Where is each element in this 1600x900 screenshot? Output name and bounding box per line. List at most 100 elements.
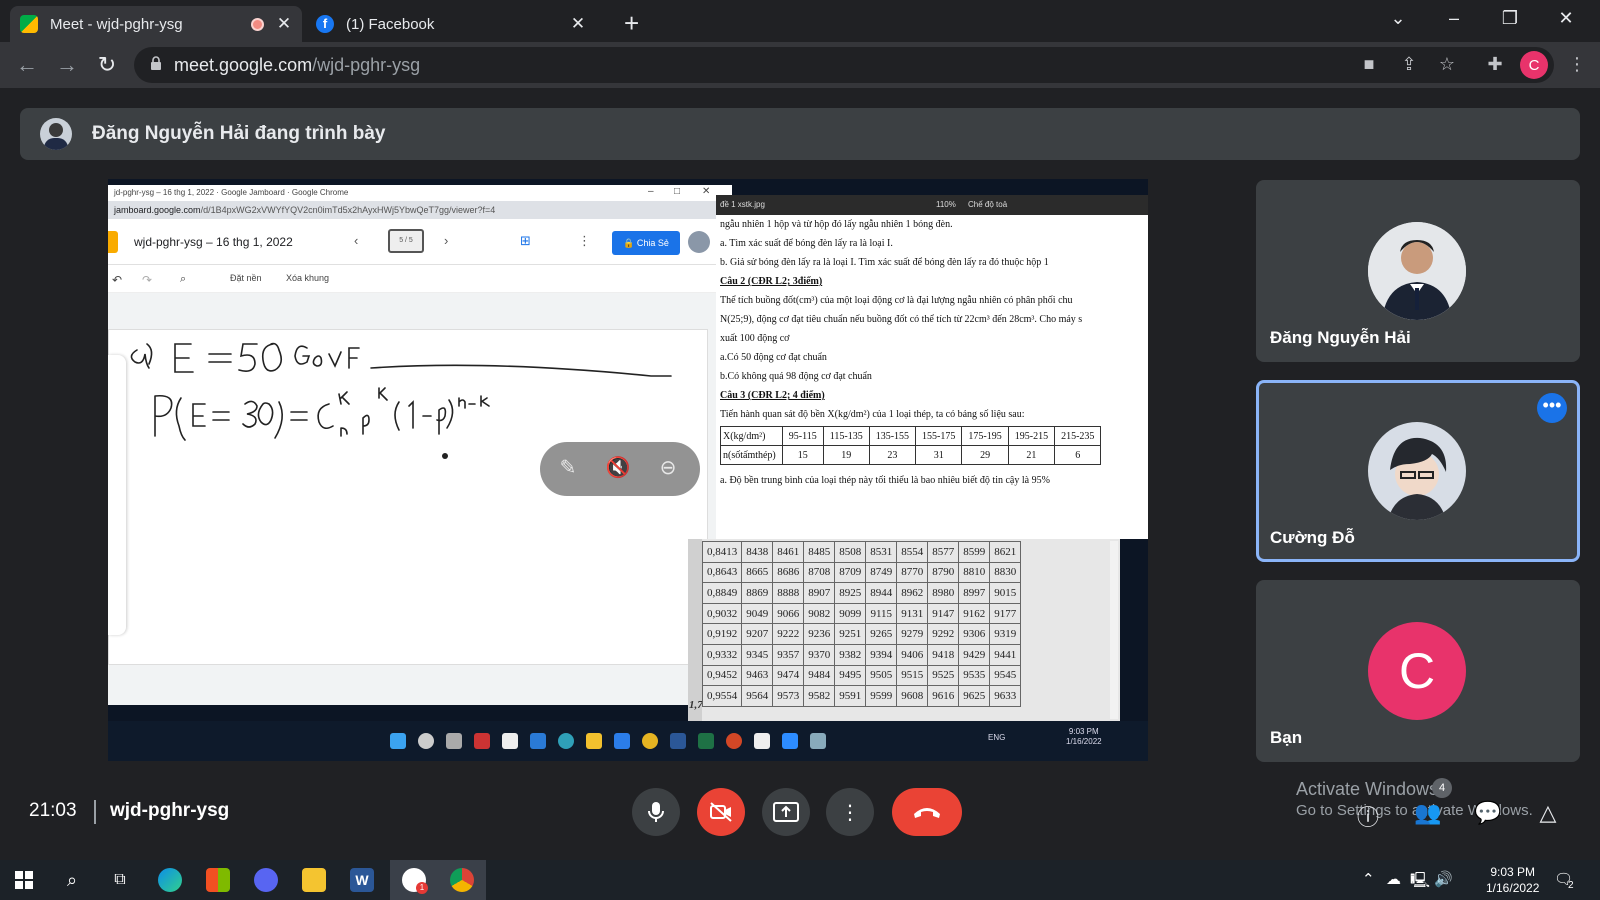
reload-icon[interactable]: ↻ xyxy=(94,52,120,78)
participant-tile[interactable]: Đăng Nguyễn Hải xyxy=(1256,180,1580,362)
bookmark-star-icon[interactable]: ☆ xyxy=(1436,54,1458,76)
table-cell: 9382 xyxy=(834,643,867,666)
new-tab-icon[interactable]: + xyxy=(624,8,639,39)
people-icon[interactable]: 👥 xyxy=(1414,800,1442,828)
tab-search-icon[interactable]: ⌄ xyxy=(1388,8,1408,29)
share-icon[interactable]: ⇪ xyxy=(1398,54,1420,76)
leave-call-button[interactable] xyxy=(892,788,962,836)
taskbar-store[interactable] xyxy=(194,860,242,900)
more-options-button[interactable]: ⋮ xyxy=(826,788,874,836)
onedrive-icon[interactable]: ☁ xyxy=(1386,870,1401,888)
table-cell: 9441 xyxy=(989,643,1022,666)
table-cell: 8790 xyxy=(927,561,960,584)
prev-frame-icon: ‹ xyxy=(354,233,359,248)
profile-avatar[interactable]: C xyxy=(1520,51,1548,79)
jamboard-window: jd-pghr-ysg – 16 thg 1, 2022 · Google Ja… xyxy=(108,185,732,705)
table-cell: 29 xyxy=(961,445,1009,465)
tab-meet[interactable]: Meet - wjd-pghr-ysg ✕ xyxy=(10,6,302,42)
address-bar[interactable]: meet.google.com/wjd-pghr-ysg xyxy=(134,47,1554,83)
taskbar-clock[interactable]: 9:03 PM 1/16/2022 xyxy=(1486,864,1539,896)
start-button[interactable] xyxy=(0,860,48,900)
volume-icon[interactable]: 🔊 xyxy=(1434,870,1453,888)
table-cell: 21 xyxy=(1007,445,1056,465)
table-cell: 9591 xyxy=(834,685,867,707)
table-cell: 9616 xyxy=(927,685,960,707)
table-cell: 9131 xyxy=(896,602,929,625)
table-cell: 19 xyxy=(822,445,870,465)
table-row: 0,9452 9463 9474 9484 9495 9505 9515 9525 9535 95… xyxy=(701,664,1022,687)
task-view-button[interactable]: ⧉ xyxy=(96,860,144,900)
camera-blocked-icon[interactable]: ■ xyxy=(1358,54,1380,76)
participant-tile-selected[interactable]: ••• Cường Đỗ xyxy=(1256,380,1580,562)
excel-icon xyxy=(698,733,714,749)
table-cell: 8554 xyxy=(896,541,929,563)
presenter-avatar xyxy=(40,118,72,150)
table-row: 0,9192 9207 9222 9236 9251 9265 9279 9292 9306 93… xyxy=(701,623,1022,645)
taskbar-explorer[interactable] xyxy=(290,860,338,900)
camera-off-button[interactable] xyxy=(697,788,745,836)
taskbar-word[interactable]: W xyxy=(338,860,386,900)
task-view-icon: ⧉ xyxy=(114,871,126,888)
meeting-time: 21:03 xyxy=(29,800,77,821)
zalo-badge: 1 xyxy=(416,882,428,894)
close-window-icon[interactable]: ✕ xyxy=(1556,8,1576,29)
windows-logo-icon xyxy=(15,871,33,889)
search-button[interactable]: ⌕ xyxy=(48,860,96,900)
close-tab-icon[interactable]: ✕ xyxy=(276,14,292,34)
network-icon[interactable]: 🖳 xyxy=(1410,870,1430,895)
more-options-button[interactable]: ••• xyxy=(1537,393,1567,423)
chrome-menu-icon[interactable]: ⋮ xyxy=(1566,54,1588,76)
table-cell: 8461 xyxy=(772,541,805,563)
app-icon xyxy=(810,733,826,749)
minimize-icon[interactable]: – xyxy=(1444,8,1464,29)
taskbar-zalo[interactable]: 1 xyxy=(390,860,438,900)
table-cell: 9177 xyxy=(989,602,1022,625)
chrome-icon xyxy=(450,868,474,892)
table-cell: 9279 xyxy=(896,623,929,645)
mute-icon: 🔇 xyxy=(605,457,631,479)
table-cell: 8621 xyxy=(989,541,1022,563)
taskbar-discord[interactable] xyxy=(242,860,290,900)
extensions-icon[interactable]: ✚ xyxy=(1484,54,1506,76)
activities-icon[interactable]: △ xyxy=(1534,800,1562,828)
table-cell: 8599 xyxy=(958,541,991,563)
meet-icon xyxy=(20,15,38,33)
undo-icon: ↶ xyxy=(112,273,123,287)
restore-icon[interactable]: ❐ xyxy=(1500,8,1520,29)
tab-facebook[interactable]: f (1) Facebook ✕ xyxy=(306,6,596,42)
meeting-code: wjd-pghr-ysg xyxy=(110,800,230,821)
chat-icon[interactable]: 💬 xyxy=(1474,800,1502,828)
table-row: 0,8849 8869 8888 8907 8925 8944 8962 8980 8997 90… xyxy=(701,582,1022,604)
close-tab-icon[interactable]: ✕ xyxy=(570,14,586,34)
table-cell: 8709 xyxy=(834,561,867,584)
app-icon xyxy=(474,733,490,749)
taskbar-edge[interactable] xyxy=(146,860,194,900)
table-cell: 8830 xyxy=(989,561,1022,584)
jam-url-bar: jamboard.google.com/d/1B4pxWG2xVWYfYQV2c… xyxy=(108,201,732,219)
discord-icon xyxy=(254,868,278,892)
taskbar-chrome[interactable] xyxy=(438,860,486,900)
table-cell: 8665 xyxy=(741,561,774,584)
table-cell: X(kg/dm²) xyxy=(720,426,783,446)
table-cell: 0,9332 xyxy=(701,643,743,666)
remote-clock: 9:03 PM 1/16/2022 xyxy=(1066,727,1102,746)
steel-data-table: X(kg/dm²) 95-115 115-135 135-155 155-175 175-… xyxy=(720,426,1102,465)
table-cell: 9251 xyxy=(834,623,867,645)
present-now-button[interactable] xyxy=(762,788,810,836)
table-cell: 8869 xyxy=(741,582,774,604)
microphone-button[interactable] xyxy=(632,788,680,836)
word-icon: W xyxy=(350,868,374,892)
table-cell: 8980 xyxy=(927,582,960,604)
forward-icon[interactable]: → xyxy=(54,52,80,78)
table-row: 0,9032 9049 9066 9082 9099 9115 9131 9147 9162 91… xyxy=(701,602,1022,625)
table-cell: 23 xyxy=(868,445,917,465)
participant-tile[interactable]: C Bạn xyxy=(1256,580,1580,762)
back-icon[interactable]: ← xyxy=(14,52,40,78)
table-cell: 9625 xyxy=(958,685,991,707)
tray-chevron-icon[interactable]: ⌃ xyxy=(1362,870,1375,888)
table-cell: 9515 xyxy=(896,664,929,687)
meeting-details-icon[interactable]: ⓘ xyxy=(1354,800,1382,830)
presenter-banner-text: Đăng Nguyễn Hải đang trình bày xyxy=(92,123,386,144)
table-cell: 195-215 xyxy=(1007,426,1056,446)
notification-count: 2 xyxy=(1568,880,1574,891)
